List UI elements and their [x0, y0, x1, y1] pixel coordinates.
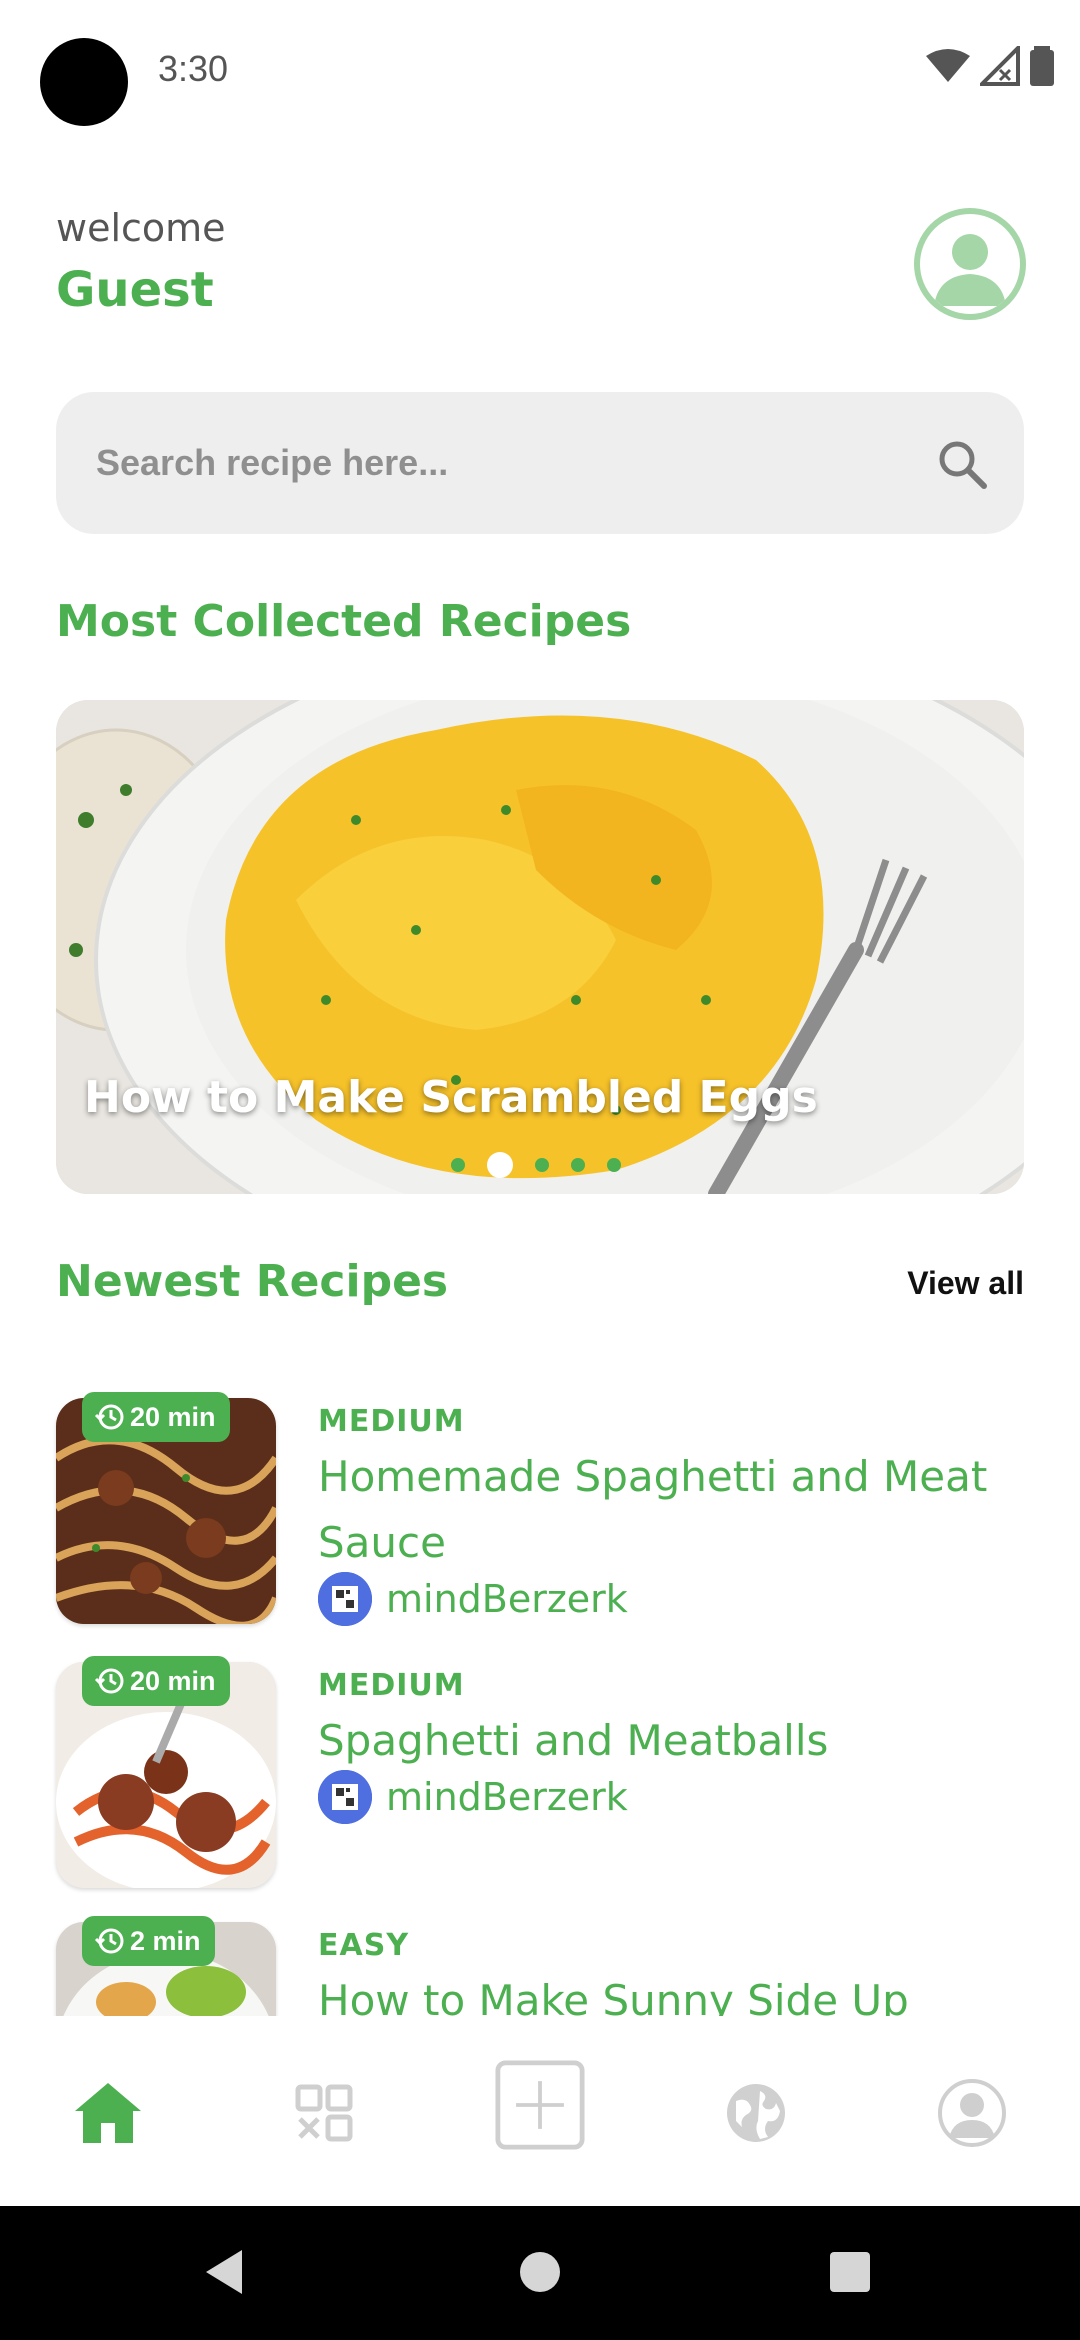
recipe-card[interactable]: 20 min MEDIUM Homemade Spaghetti and Mea…	[56, 1392, 1024, 1628]
carousel-dot[interactable]	[571, 1158, 585, 1172]
author-name: mindBerzerk	[386, 1577, 628, 1621]
status-icons	[926, 46, 1054, 86]
nav-explore[interactable]	[711, 2068, 801, 2158]
newest-recipes-title: Newest Recipes	[56, 1256, 449, 1307]
carousel-dot[interactable]	[607, 1158, 621, 1172]
recipe-list: 20 min MEDIUM Homemade Spaghetti and Mea…	[0, 1380, 1080, 2016]
nav-add-recipe[interactable]	[495, 2060, 585, 2150]
featured-recipe-caption: How to Make Scrambled Eggs	[84, 1072, 818, 1123]
recipe-difficulty: MEDIUM	[318, 1404, 465, 1439]
status-bar: 3:30	[0, 0, 1080, 140]
view-all-link[interactable]: View all	[907, 1265, 1024, 1302]
recipe-title: Homemade Spaghetti and Meat Sauce	[318, 1452, 988, 1567]
recipe-card[interactable]: 2 min EASY How to Make Sunny Side Up	[56, 1916, 1024, 2016]
recipe-difficulty: MEDIUM	[318, 1668, 465, 1703]
system-navigation-bar	[0, 2206, 1080, 2340]
time-badge: 20 min	[82, 1656, 230, 1706]
recipe-title: How to Make Sunny Side Up	[318, 1976, 909, 2016]
featured-recipe-carousel[interactable]: How to Make Scrambled Eggs	[56, 700, 1024, 1194]
globe-icon	[727, 2084, 785, 2142]
recipe-author[interactable]: mindBerzerk	[318, 1572, 628, 1626]
recipe-difficulty: EASY	[318, 1928, 410, 1963]
recents-icon[interactable]	[820, 2242, 880, 2302]
add-icon	[495, 2060, 585, 2150]
time-badge-label: 2 min	[130, 1925, 201, 1956]
user-name: Guest	[56, 262, 214, 318]
categories-icon	[295, 2084, 353, 2142]
camera-cutout	[40, 38, 128, 126]
back-icon[interactable]	[196, 2242, 256, 2302]
recipe-title: Spaghetti and Meatballs	[318, 1716, 829, 1765]
time-badge: 2 min	[82, 1916, 215, 1966]
wifi-icon	[926, 49, 970, 82]
time-badge-label: 20 min	[130, 1401, 216, 1432]
user-icon	[934, 234, 1006, 306]
battery-icon	[1030, 46, 1054, 86]
most-collected-title: Most Collected Recipes	[56, 596, 632, 647]
author-avatar	[318, 1770, 372, 1824]
carousel-indicator	[451, 1152, 621, 1178]
time-badge-label: 20 min	[130, 1665, 216, 1696]
nav-home[interactable]	[63, 2068, 153, 2158]
search-bar[interactable]	[56, 392, 1024, 534]
author-avatar	[318, 1572, 372, 1626]
bottom-navigation	[0, 2016, 1080, 2206]
welcome-text: welcome	[56, 206, 226, 250]
recipe-author[interactable]: mindBerzerk	[318, 1770, 628, 1824]
search-icon[interactable]	[936, 438, 988, 490]
clock-history-icon	[94, 1404, 124, 1430]
qr-avatar-icon	[318, 1572, 372, 1626]
signal-icon	[980, 46, 1020, 86]
carousel-dot[interactable]	[451, 1158, 465, 1172]
time-badge: 20 min	[82, 1392, 230, 1442]
qr-avatar-icon	[318, 1770, 372, 1824]
recipe-card[interactable]: 20 min MEDIUM Spaghetti and Meatballs mi…	[56, 1656, 1024, 1892]
home-circle-icon[interactable]	[510, 2242, 570, 2302]
clock-history-icon	[94, 1668, 124, 1694]
nav-categories[interactable]	[279, 2068, 369, 2158]
search-input[interactable]	[96, 392, 916, 534]
home-icon	[75, 2083, 141, 2143]
profile-icon	[938, 2079, 1006, 2147]
carousel-dot-active[interactable]	[487, 1152, 513, 1178]
nav-profile[interactable]	[927, 2068, 1017, 2158]
status-time: 3:30	[158, 48, 229, 89]
clock-history-icon	[94, 1928, 124, 1954]
author-name: mindBerzerk	[386, 1775, 628, 1819]
profile-avatar-button[interactable]	[914, 208, 1026, 320]
carousel-dot[interactable]	[535, 1158, 549, 1172]
